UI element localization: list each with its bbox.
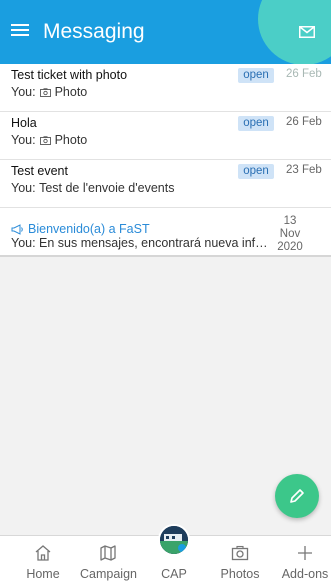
nav-photos-label: Photos (220, 567, 260, 581)
message-subject: Hola (11, 116, 37, 130)
announcement-preview-text: You: En sus mensajes, encontrará nueva i… (11, 236, 273, 250)
message-preview: You: Photo (11, 85, 87, 99)
status-badge: open (238, 116, 274, 131)
announcement-date-day: 13 Nov (279, 215, 301, 240)
nav-home-label: Home (26, 567, 60, 581)
preview-prefix: You: (11, 181, 36, 195)
preview-prefix: You: (11, 133, 36, 147)
message-subject: Test event (11, 164, 68, 178)
megaphone-icon (11, 223, 23, 235)
announcement-date: 13 Nov 2020 (274, 215, 306, 254)
nav-campaign[interactable]: Campaign (80, 536, 137, 586)
nav-campaign-label: Campaign (80, 567, 137, 581)
nav-addons[interactable]: Add-ons (277, 536, 331, 586)
preview-text: Photo (54, 85, 88, 99)
nav-home[interactable]: Home (15, 536, 71, 586)
announcement-row[interactable]: Bienvenido(a) a FaST You: En sus mensaje… (0, 208, 331, 257)
cap-logo-icon (160, 526, 188, 554)
announcement-title: Bienvenido(a) a FaST (28, 222, 150, 236)
message-list: Test ticket with photo You: Photo open 2… (0, 64, 331, 257)
message-row[interactable]: Hola You: Photo open 26 Feb (0, 112, 331, 160)
preview-text: Test de l'envoie d'events (39, 181, 175, 195)
announcement-subject: Bienvenido(a) a FaST (11, 222, 150, 236)
camera-icon (39, 135, 51, 145)
message-preview: You: Photo (11, 133, 87, 147)
message-preview: You: Test de l'envoie d'events (11, 181, 174, 195)
menu-icon[interactable] (11, 21, 31, 41)
cap-logo-button[interactable] (158, 524, 190, 556)
message-row[interactable]: Test event You: Test de l'envoie d'event… (0, 160, 331, 208)
pencil-icon (290, 489, 304, 503)
page-title: Messaging (43, 20, 145, 43)
compose-mail-button[interactable] (258, 0, 331, 64)
map-icon (100, 545, 116, 561)
mail-icon (299, 26, 315, 38)
message-date: 26 Feb (286, 68, 322, 80)
message-subject: Test ticket with photo (11, 68, 128, 82)
nav-photos[interactable]: Photos (212, 536, 268, 586)
home-icon (35, 545, 51, 561)
preview-text: Photo (54, 133, 88, 147)
message-date: 23 Feb (286, 164, 322, 176)
plus-icon (298, 546, 312, 560)
status-badge: open (238, 164, 274, 179)
nav-addons-label: Add-ons (281, 567, 329, 581)
edit-fab-button[interactable] (275, 474, 319, 518)
camera-icon (39, 87, 51, 97)
nav-cap-label: CAP (161, 567, 187, 581)
message-date: 26 Feb (286, 116, 322, 128)
announcement-preview: You: En sus mensajes, encontrará nueva i… (11, 236, 276, 250)
preview-prefix: You: (11, 85, 36, 99)
announcement-date-year: 2020 (277, 241, 303, 253)
message-row[interactable]: Test ticket with photo You: Photo open 2… (0, 64, 331, 112)
status-badge: open (238, 68, 274, 83)
app-header: Messaging (0, 0, 331, 64)
camera-icon (231, 545, 249, 561)
